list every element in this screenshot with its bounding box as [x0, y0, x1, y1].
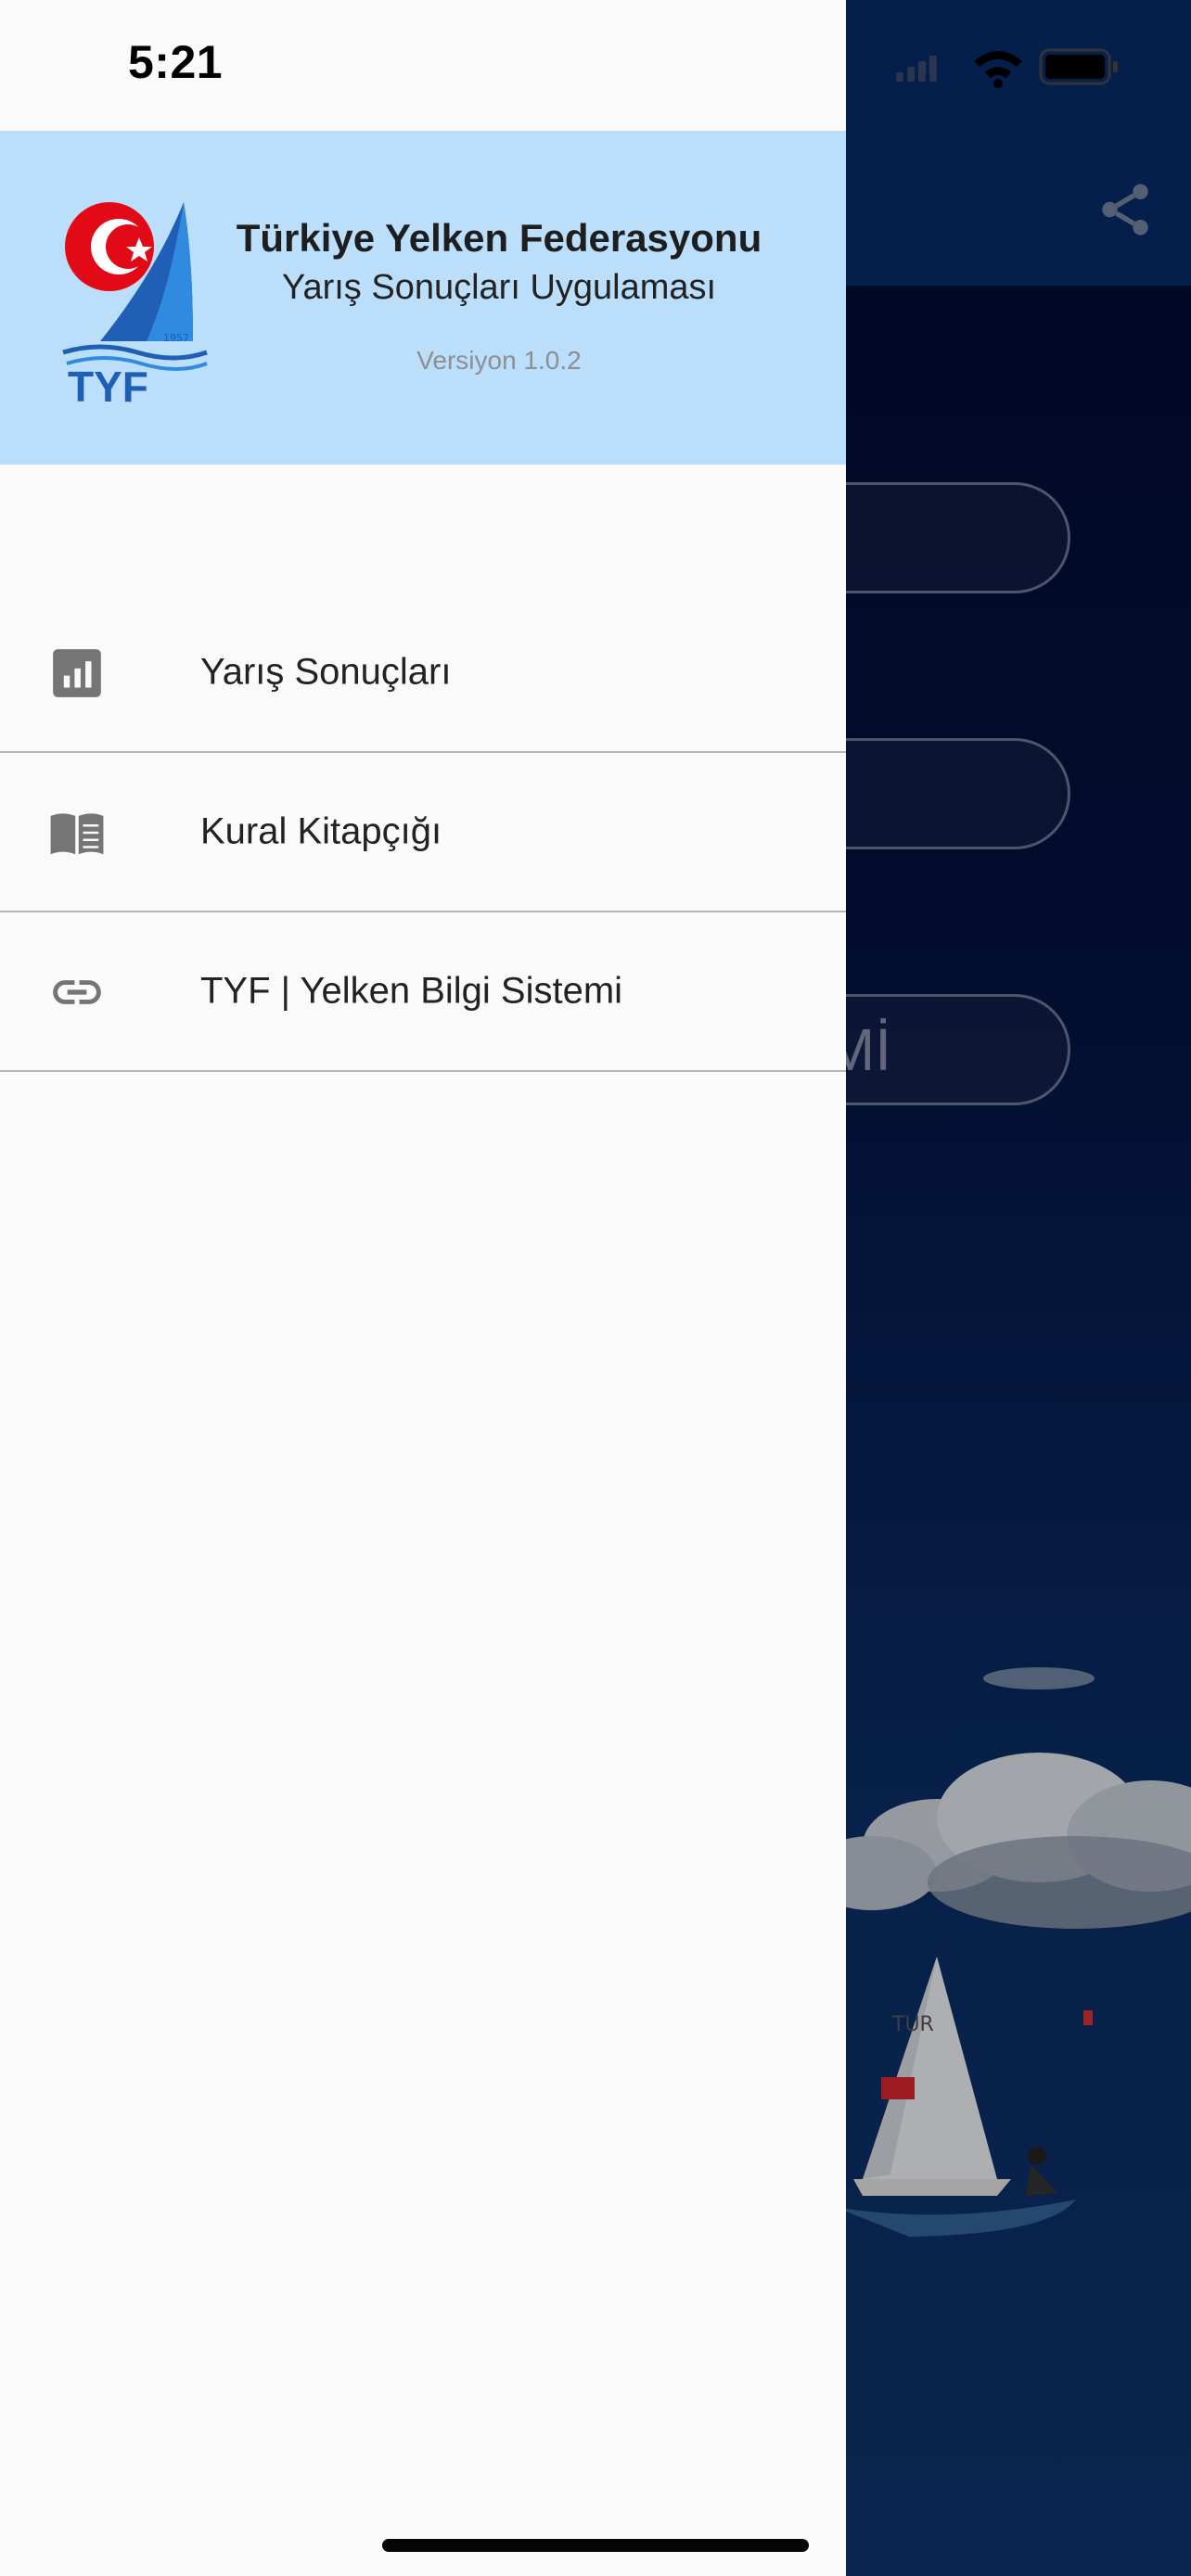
menu-item-label: Yarış Sonuçları: [200, 651, 452, 693]
navigation-drawer: 1957 TYF Türkiye Yelken Federasyonu Yarı…: [0, 0, 846, 2576]
link-icon: [53, 980, 101, 1004]
status-icons: [896, 48, 1118, 88]
logo-text: TYF: [68, 363, 148, 406]
menu-item-sailing-info-system[interactable]: TYF | Yelken Bilgi Sistemi: [0, 912, 846, 1072]
drawer-header: 1957 TYF Türkiye Yelken Federasyonu Yarı…: [0, 131, 846, 465]
app-title: Türkiye Yelken Federasyonu: [236, 216, 762, 260]
home-indicator[interactable]: [382, 2539, 809, 2552]
menu-item-label: Kural Kitapçığı: [200, 810, 442, 852]
bar-chart-icon: [53, 649, 101, 697]
app-version: Versiyon 1.0.2: [416, 346, 582, 375]
battery-icon: [1039, 48, 1118, 85]
signal-icon: [896, 56, 937, 82]
logo-year: 1957: [163, 332, 189, 344]
wifi-icon: [974, 51, 1022, 88]
menu-item-label: TYF | Yelken Bilgi Sistemi: [200, 970, 623, 1012]
drawer-menu: Yarış Sonuçları Kural Kitapçığı TYF | Ye…: [0, 593, 846, 1072]
menu-item-race-results[interactable]: Yarış Sonuçları: [0, 593, 846, 753]
app-subtitle: Yarış Sonuçları Uygulaması: [281, 268, 717, 307]
tyf-logo: 1957 TYF: [62, 202, 208, 406]
status-time: 5:21: [128, 36, 224, 88]
book-icon: [50, 813, 104, 855]
menu-item-rule-book[interactable]: Kural Kitapçığı: [0, 753, 846, 912]
